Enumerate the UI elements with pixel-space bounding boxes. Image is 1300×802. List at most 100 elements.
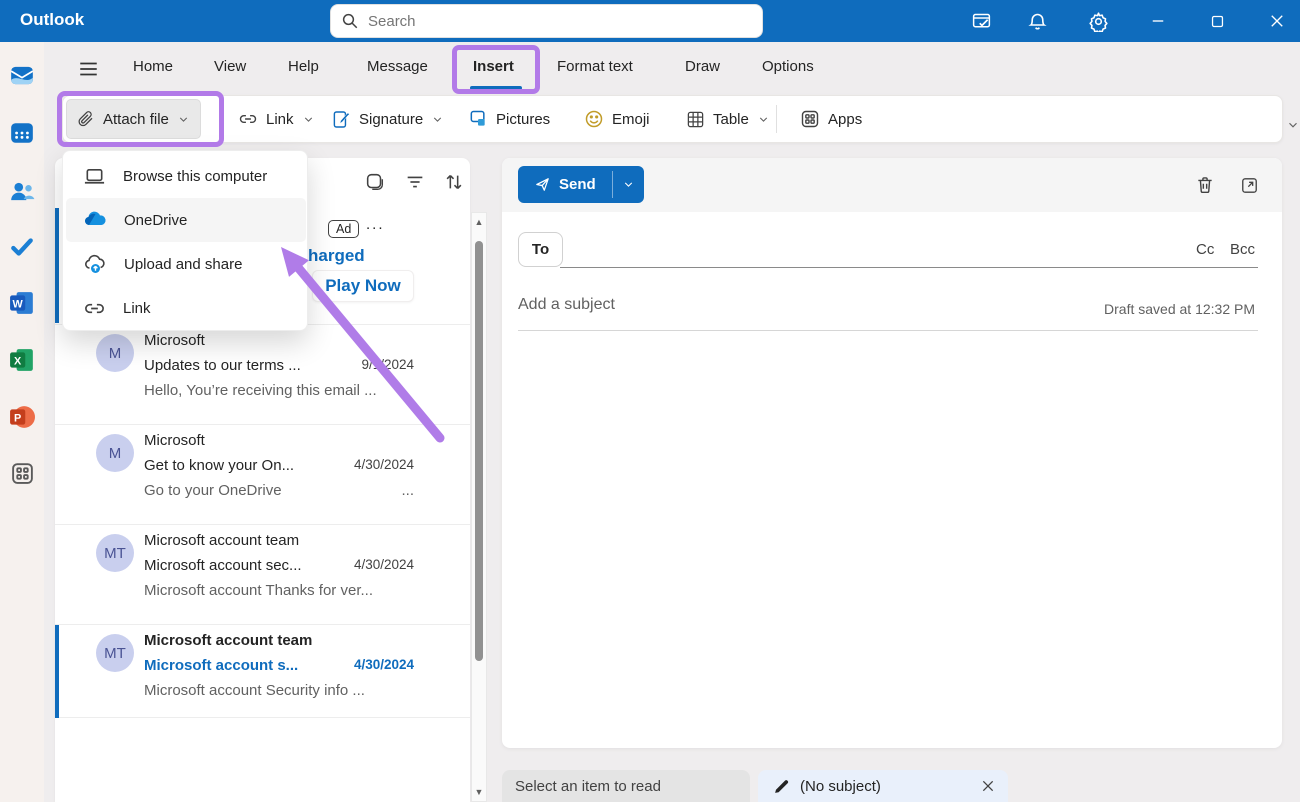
chevron-down-icon (757, 113, 770, 126)
open-in-new-window-icon[interactable] (1236, 172, 1262, 198)
table-icon (686, 110, 705, 129)
tab-draw[interactable]: Draw (685, 58, 720, 75)
email-preview: Go to your OneDrive (144, 482, 282, 499)
scrollbar-thumb[interactable] (475, 241, 483, 661)
mail-app-icon[interactable] (9, 62, 35, 88)
people-app-icon[interactable] (9, 178, 35, 204)
reading-pane-tab[interactable]: Select an item to read (502, 770, 750, 802)
email-date: 4/30/2024 (353, 557, 414, 572)
onedrive-cloud-icon (83, 208, 107, 232)
close-icon[interactable] (1264, 8, 1290, 34)
filter-icon[interactable] (402, 169, 428, 195)
send-icon (534, 176, 551, 193)
apps-label: Apps (828, 110, 863, 128)
search-input[interactable] (368, 12, 752, 30)
discard-trash-icon[interactable] (1192, 172, 1218, 198)
search-icon (341, 12, 359, 30)
svg-text:X: X (14, 355, 22, 367)
pictures-label: Pictures (496, 110, 551, 128)
email-list-item[interactable]: M Microsoft Get to know your On... 4/30/2… (55, 425, 470, 525)
tab-options[interactable]: Options (762, 58, 814, 75)
link-icon (83, 297, 106, 320)
calendar-app-icon[interactable] (9, 120, 35, 146)
hamburger-menu-icon[interactable] (76, 58, 102, 80)
avatar: MT (96, 534, 134, 572)
apps-button[interactable]: Apps (790, 99, 872, 139)
signature-label: Signature (359, 110, 424, 128)
menu-item-browse-this-computer[interactable]: Browse this computer (66, 154, 306, 198)
menu-item-link[interactable]: Link (66, 286, 306, 330)
email-subject: Get to know your On... (144, 457, 295, 474)
send-button[interactable]: Send (518, 166, 612, 203)
email-preview: Microsoft account Security info ... (144, 682, 365, 699)
avatar: MT (96, 634, 134, 672)
scroll-down-icon[interactable]: ▼ (474, 787, 484, 797)
send-label: Send (559, 176, 596, 193)
ad-more-icon[interactable]: ... (366, 216, 385, 233)
send-options-chevron-icon[interactable] (613, 166, 644, 203)
pictures-button[interactable]: Pictures (458, 99, 560, 139)
message-body-area[interactable] (518, 344, 1258, 734)
menu-item-label: OneDrive (124, 211, 188, 229)
laptop-icon (83, 165, 106, 188)
avatar: M (96, 334, 134, 372)
email-sender: Microsoft (144, 432, 205, 449)
signature-icon (332, 110, 351, 129)
menu-item-onedrive[interactable]: OneDrive (66, 198, 306, 242)
sort-icon[interactable] (441, 169, 467, 195)
email-list-item-selected[interactable]: MT Microsoft account team Microsoft acco… (55, 625, 470, 718)
maximize-icon[interactable] (1204, 8, 1230, 34)
tab-home[interactable]: Home (133, 58, 173, 75)
email-list-item[interactable]: MT Microsoft account team Microsoft acco… (55, 525, 470, 625)
email-list-item[interactable]: M Microsoft Updates to our terms ... 9/1/… (55, 325, 470, 425)
to-field-underline[interactable] (560, 267, 1258, 268)
select-messages-icon[interactable] (362, 169, 388, 195)
email-subject: Microsoft account sec... (144, 557, 302, 574)
email-preview: Hello, You’re receiving this email ... (144, 382, 377, 399)
attach-file-menu: Browse this computer OneDrive Upload and… (62, 150, 308, 331)
feedback-icon[interactable] (968, 8, 994, 34)
email-subject: Microsoft account s... (144, 657, 299, 674)
attach-file-button[interactable]: Attach file (66, 99, 201, 139)
toolbar-separator (776, 105, 777, 133)
settings-gear-icon[interactable] (1085, 8, 1111, 34)
email-date: 9/1/2024 (361, 357, 414, 372)
cc-button[interactable]: Cc (1196, 241, 1214, 258)
email-subject: Updates to our terms ... (144, 357, 301, 374)
excel-app-icon[interactable]: X (9, 347, 35, 373)
emoji-button[interactable]: Emoji (574, 99, 660, 139)
close-draft-icon[interactable] (980, 778, 996, 794)
menu-item-upload-and-share[interactable]: Upload and share (66, 242, 306, 286)
tab-view[interactable]: View (214, 58, 246, 75)
selection-indicator (55, 625, 59, 718)
todo-app-icon[interactable] (9, 234, 35, 260)
ad-headline[interactable]: harged (308, 246, 365, 266)
minimize-icon[interactable] (1145, 8, 1171, 34)
pencil-icon (773, 778, 790, 795)
subject-field[interactable] (518, 296, 1018, 314)
draft-saved-status: Draft saved at 12:32 PM (1104, 301, 1255, 317)
table-button[interactable]: Table (676, 99, 780, 139)
notifications-icon[interactable] (1024, 8, 1050, 34)
to-button[interactable]: To (518, 232, 563, 267)
tab-insert[interactable]: Insert (473, 58, 514, 75)
scroll-up-icon[interactable]: ▲ (474, 217, 484, 227)
ribbon-collapse-icon[interactable] (1286, 118, 1300, 132)
tab-format-text[interactable]: Format text (557, 58, 633, 75)
compose-header: Send (502, 158, 1282, 212)
bcc-button[interactable]: Bcc (1230, 241, 1255, 258)
tab-message[interactable]: Message (367, 58, 428, 75)
tab-help[interactable]: Help (288, 58, 319, 75)
draft-tab[interactable]: (No subject) (758, 770, 1008, 802)
more-apps-icon[interactable] (9, 460, 35, 486)
powerpoint-app-icon[interactable]: P (9, 404, 35, 430)
ad-play-now-button[interactable]: Play Now (312, 270, 414, 302)
list-scrollbar[interactable]: ▲ ▼ (471, 212, 487, 802)
word-app-icon[interactable]: W (9, 290, 35, 316)
send-split-button[interactable]: Send (518, 166, 644, 203)
signature-button[interactable]: Signature (322, 99, 454, 139)
menu-item-label: Browse this computer (123, 167, 268, 185)
link-button[interactable]: Link (228, 99, 325, 139)
svg-text:W: W (13, 298, 24, 310)
search-box[interactable] (330, 4, 763, 38)
